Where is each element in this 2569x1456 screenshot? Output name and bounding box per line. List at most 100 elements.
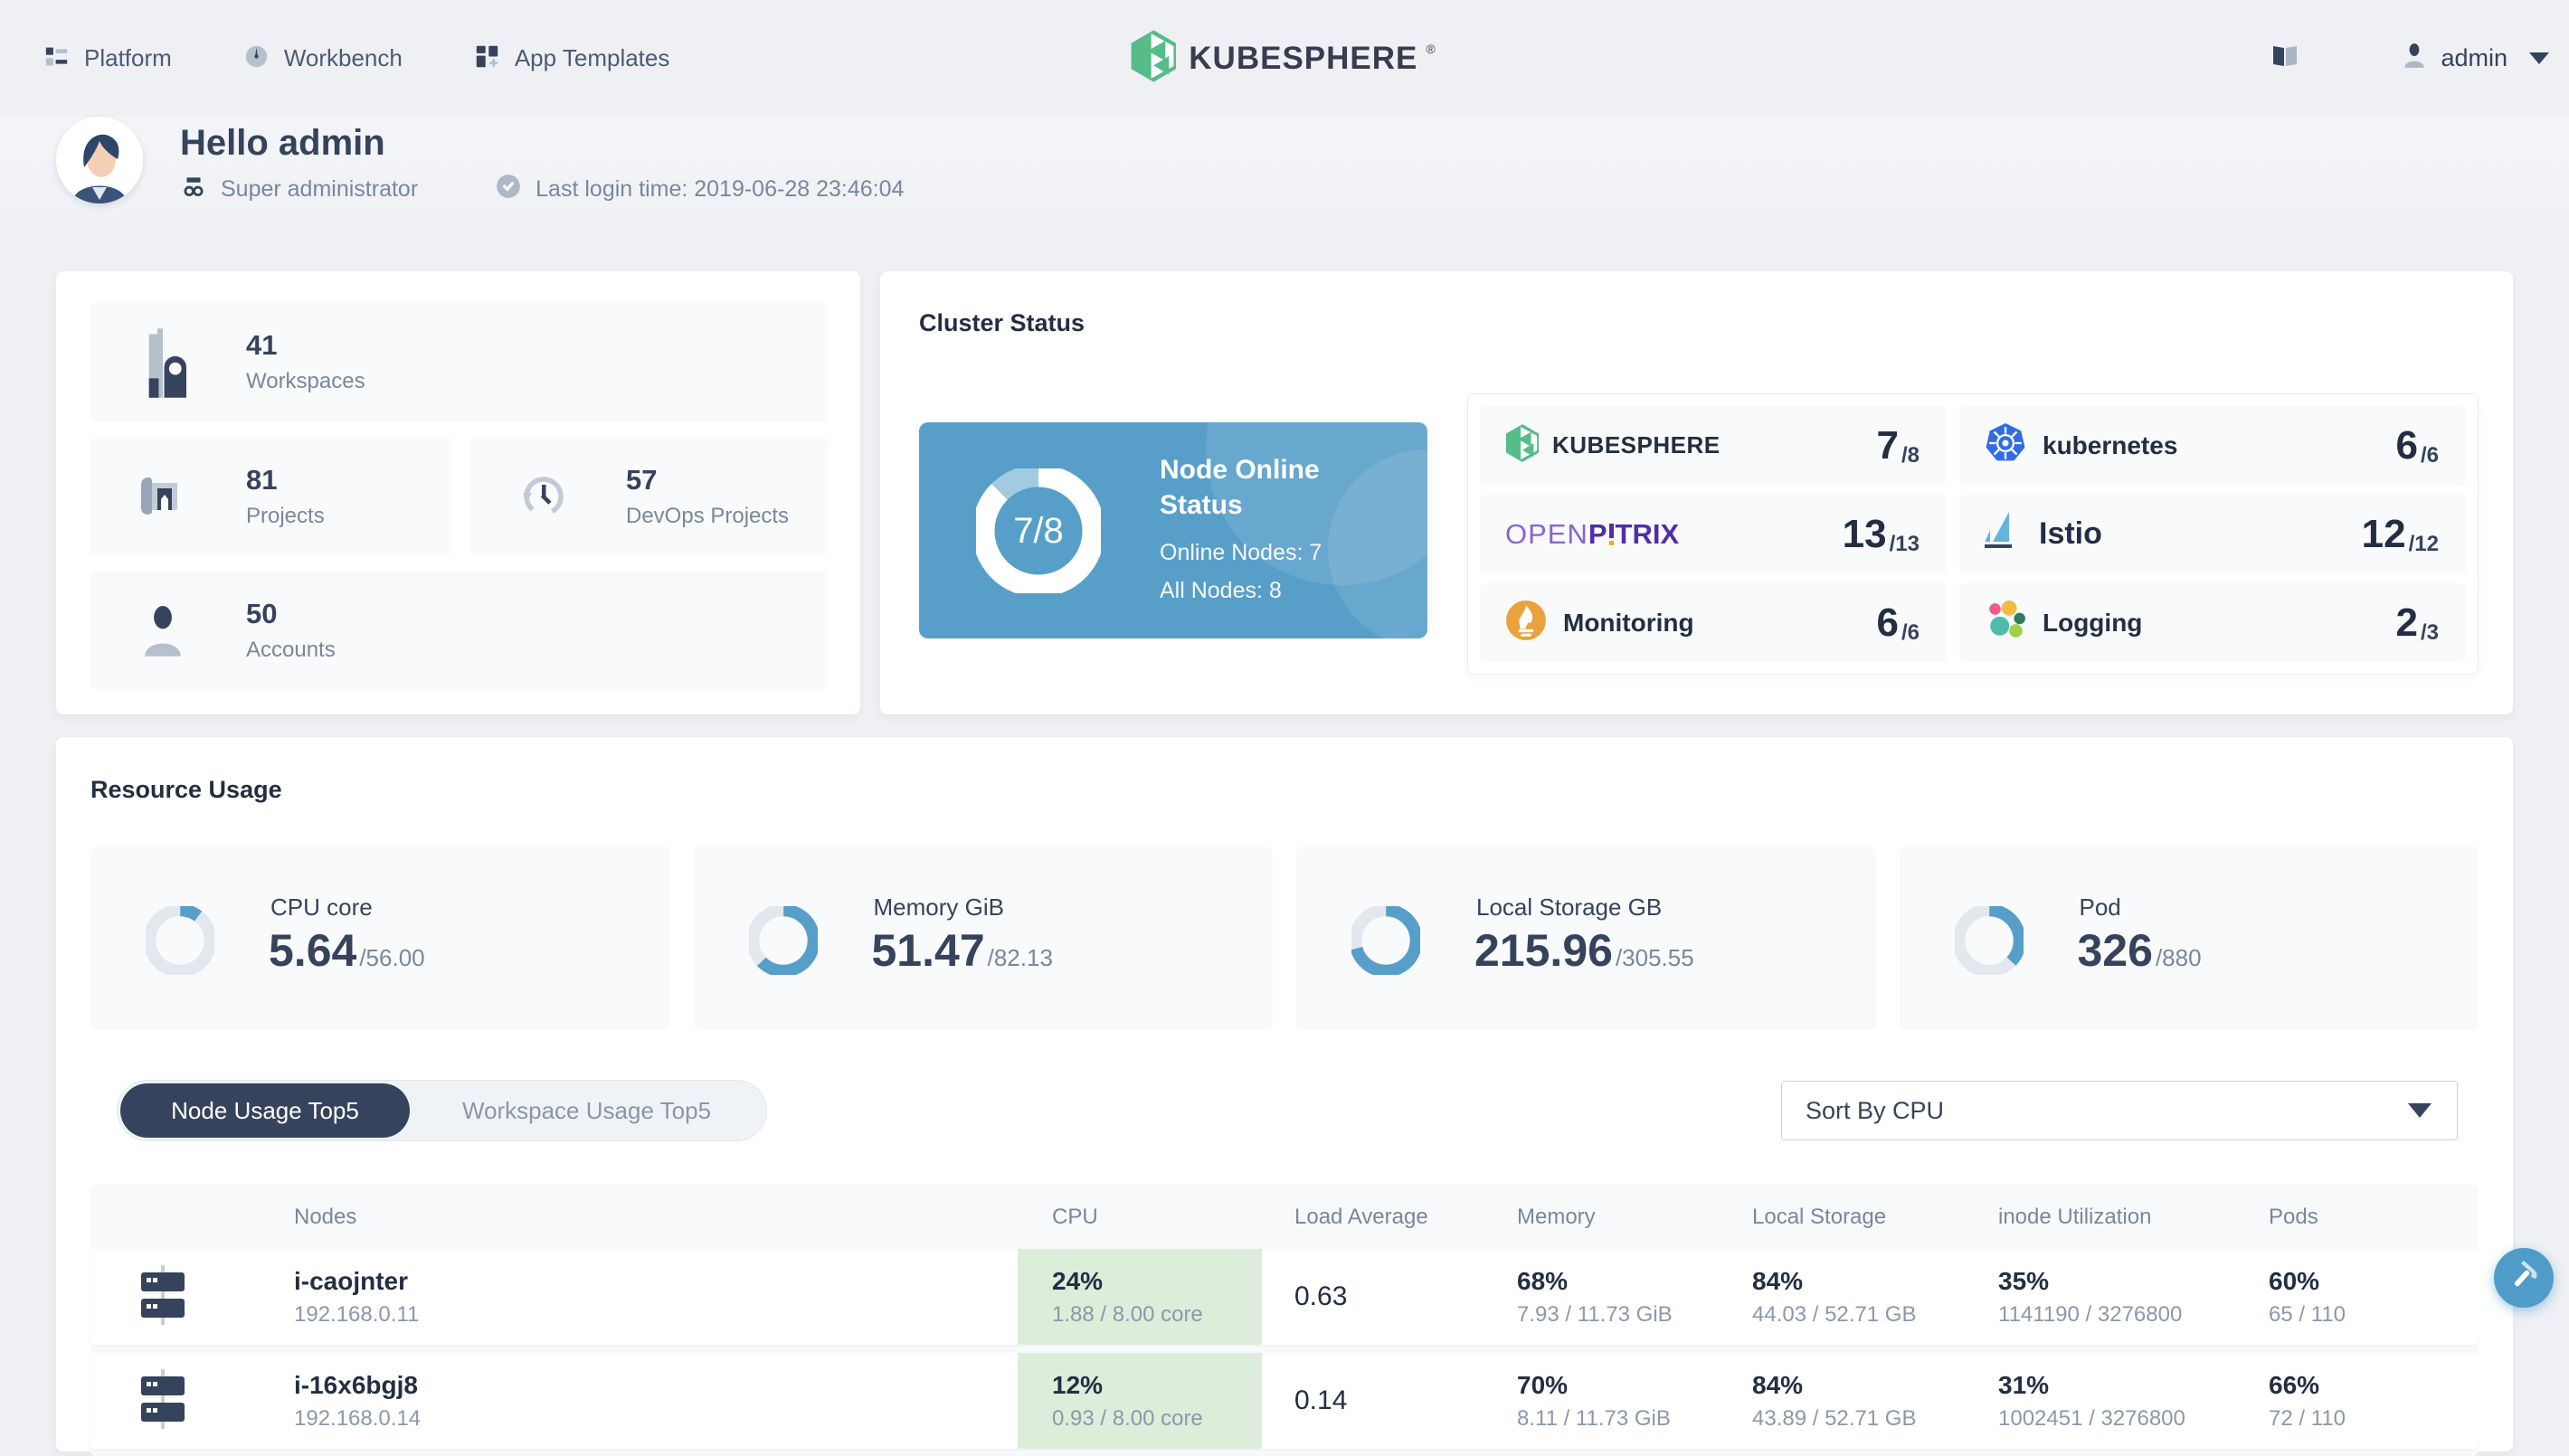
resource-usage-card: Resource Usage CPU core 5.64 /56.00 Memo… [56, 737, 2513, 1456]
component-logging: Logging 2 /3 [1959, 583, 2466, 662]
cpu-label: CPU core [270, 893, 373, 921]
devops-label: DevOps Projects [626, 504, 790, 528]
node-online-panel: 7/8 Node Online Status Online Nodes: 7 A… [919, 422, 1427, 638]
sort-by-select[interactable]: Sort By CPU [1781, 1081, 2458, 1140]
nav-item-app-templates[interactable]: App Templates [475, 44, 670, 73]
clock-check-icon [495, 173, 522, 206]
istio-icon [1985, 511, 2021, 557]
projects-icon [139, 473, 186, 520]
memory-stat-card: Memory GiB 51.47 /82.13 [693, 846, 1273, 1030]
components-panel: KUBESPHERE 7 /8 kubernetes 6 /6 OPEN P T… [1467, 393, 2479, 675]
kubernetes-icon [1985, 422, 2026, 468]
summary-card: 41 Workspaces 81 Projects 57 DevOps Proj… [56, 271, 860, 714]
pods-cell: 60% 65 / 110 [2269, 1266, 2346, 1327]
col-local-storage: Local Storage [1752, 1204, 1887, 1229]
prometheus-icon [1505, 600, 1547, 646]
workspaces-count: 41 [246, 329, 278, 361]
openpitrix-logo: OPEN P TRIX [1505, 517, 1680, 550]
devops-history-icon [519, 471, 566, 522]
server-node-icon [137, 1368, 188, 1433]
component-name: KUBESPHERE [1552, 431, 1721, 459]
component-value: 6 [2395, 422, 2418, 468]
component-value: 13 [1842, 511, 1887, 556]
pods-cell: 66% 72 / 110 [2269, 1370, 2346, 1431]
accounts-icon [139, 595, 186, 666]
load-average-cell: 0.14 [1294, 1385, 1348, 1415]
col-inode-utilization: inode Utilization [1998, 1204, 2152, 1229]
nav-platform-label: Platform [84, 44, 172, 71]
memory-label: Memory GiB [873, 893, 1004, 921]
accounts-tile[interactable]: 50 Accounts [90, 572, 828, 689]
workspaces-icon [139, 325, 186, 399]
memory-donut [748, 906, 818, 975]
cpu-stat-card: CPU core 5.64 /56.00 [90, 846, 670, 1030]
component-value: 2 [2395, 600, 2418, 645]
avatar[interactable] [56, 117, 143, 203]
cluster-status-card: Cluster Status 7/8 Node Online Status On… [880, 271, 2513, 714]
component-monitoring: Monitoring 6 /6 [1480, 583, 1947, 662]
node-name: i-16x6bgj8 [294, 1370, 418, 1399]
projects-tile[interactable]: 81 Projects [90, 438, 452, 555]
pod-label: Pod [2079, 893, 2121, 921]
local-storage-cell: 84% 44.03 / 52.71 GB [1752, 1266, 1917, 1327]
workspaces-tile[interactable]: 41 Workspaces [90, 303, 828, 421]
devops-projects-tile[interactable]: 57 DevOps Projects [470, 438, 828, 555]
all-nodes-label: All Nodes: 8 [1160, 578, 1282, 603]
node-online-ratio: 7/8 [1013, 510, 1064, 551]
table-row[interactable]: i-16x6bgj8 192.168.0.14 12% 0.93 / 8.00 … [90, 1353, 2479, 1449]
table-header: Nodes CPU Load Average Memory Local Stor… [90, 1185, 2479, 1249]
inode-cell: 35% 1141190 / 3276800 [1998, 1266, 2183, 1327]
component-value: 6 [1876, 600, 1899, 645]
component-name: Logging [2043, 608, 2143, 637]
last-login-time: Last login time: 2019-06-28 23:46:04 [536, 176, 905, 202]
tab-workspace-usage-top5[interactable]: Workspace Usage Top5 [410, 1083, 763, 1138]
nav-item-platform[interactable]: Platform [44, 44, 172, 73]
component-denominator: /8 [1901, 442, 1920, 468]
app-templates-icon [475, 44, 499, 73]
nav-app-templates-label: App Templates [514, 44, 670, 71]
pod-used: 326 [2077, 925, 2153, 976]
node-name: i-caojnter [294, 1266, 409, 1295]
exclamation-glyph [1608, 523, 1614, 545]
tab-node-usage-top5[interactable]: Node Usage Top5 [120, 1083, 410, 1138]
component-denominator: /13 [1889, 531, 1920, 556]
role-icon [180, 173, 207, 206]
nav-item-workbench[interactable]: Workbench [244, 44, 403, 73]
col-load-average: Load Average [1294, 1204, 1428, 1229]
logging-cluster-icon [1985, 600, 2026, 646]
memory-cell: 70% 8.11 / 11.73 GiB [1517, 1370, 1671, 1431]
col-pods: Pods [2269, 1204, 2318, 1229]
memory-cell: 68% 7.93 / 11.73 GiB [1517, 1266, 1673, 1327]
docs-book-icon[interactable] [2271, 43, 2299, 73]
cluster-status-title: Cluster Status [919, 309, 1085, 336]
nav-workbench-label: Workbench [283, 44, 403, 71]
table-row[interactable]: i-caojnter 192.168.0.11 24% 1.88 / 8.00 … [90, 1249, 2479, 1345]
storage-stat-card: Local Storage GB 215.96 /305.55 [1296, 846, 1876, 1030]
component-value: 12 [2361, 511, 2406, 556]
col-nodes: Nodes [294, 1204, 357, 1229]
registered-mark: ® [1426, 41, 1436, 56]
welcome-banner: Hello admin Super administrator Last log… [0, 117, 2569, 261]
user-menu[interactable]: admin [2403, 43, 2549, 74]
component-denominator: /6 [1901, 619, 1920, 645]
cpu-total: /56.00 [359, 944, 425, 971]
component-value: 7 [1876, 422, 1899, 468]
accounts-count: 50 [246, 598, 278, 629]
server-node-icon [137, 1264, 188, 1329]
user-role: Super administrator [221, 176, 419, 202]
memory-total: /82.13 [987, 944, 1053, 971]
devops-count: 57 [626, 464, 658, 496]
load-average-cell: 0.63 [1294, 1281, 1348, 1311]
storage-label: Local Storage GB [1476, 893, 1663, 921]
component-name: Istio [2039, 516, 2102, 551]
toolbox-fab[interactable] [2494, 1248, 2554, 1308]
component-openpitrix: OPEN P TRIX 13 /13 [1480, 495, 1947, 573]
storage-total: /305.55 [1615, 944, 1694, 971]
projects-count: 81 [246, 464, 278, 496]
storage-donut [1351, 906, 1420, 975]
node-ip: 192.168.0.14 [294, 1405, 422, 1431]
workspaces-label: Workspaces [246, 369, 365, 393]
brand-logo[interactable]: KUBESPHERE ® [1130, 0, 1438, 117]
col-memory: Memory [1517, 1204, 1596, 1229]
component-name: kubernetes [2043, 430, 2178, 459]
